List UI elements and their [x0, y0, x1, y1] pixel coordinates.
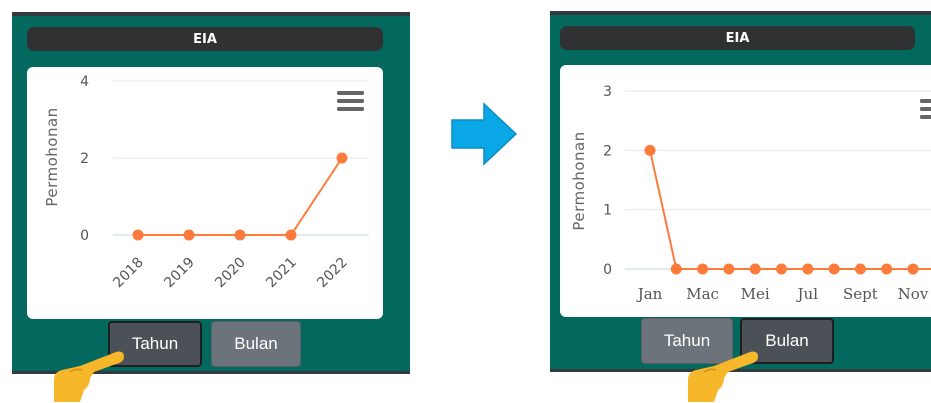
right-chart-card: 0 1 2 3 Permohonan Jan Mac Mei Jul Sept Nov — [560, 65, 931, 317]
x-tick-label: 2020 — [212, 255, 249, 292]
y-axis-label: Permohonan — [570, 131, 588, 230]
pointing-hand-icon — [54, 351, 124, 402]
series-line — [138, 157, 343, 236]
x-tick-label: Nov — [898, 285, 929, 303]
right-line-chart: 0 1 2 3 Permohonan Jan Mac Mei Jul Sept Nov — [570, 84, 931, 303]
data-point — [183, 229, 195, 241]
x-tick-label: Mei — [741, 285, 770, 303]
x-tick-label: 2021 — [263, 255, 300, 292]
left-chart-card: 0 2 4 Permohonan 2018 2019 2020 2021 2022 — [27, 67, 383, 319]
x-tick-label: 2019 — [161, 255, 198, 292]
data-point — [644, 144, 656, 156]
x-tick-label: 2018 — [110, 255, 147, 292]
bulan-button[interactable]: Bulan — [211, 321, 301, 367]
y-tick-label: 2 — [80, 151, 89, 167]
y-tick-label: 0 — [80, 228, 89, 244]
data-point — [336, 152, 348, 164]
data-point — [854, 263, 866, 275]
data-point — [776, 263, 787, 275]
data-point — [802, 263, 814, 275]
y-tick-label: 1 — [603, 203, 612, 219]
y-tick-label: 3 — [603, 84, 612, 100]
data-point — [881, 263, 893, 275]
left-panel: EIA 0 2 4 Permohonan 2018 2019 2020 2021 2022 Ta… — [12, 12, 410, 374]
hamburger-menu-icon[interactable] — [920, 99, 931, 119]
x-tick-label: Mac — [686, 285, 719, 303]
x-tick-label: 2022 — [314, 255, 351, 292]
right-panel: EIA 0 1 2 3 Permohonan Jan Mac Mei Jul Sept Nov Ta… — [550, 11, 931, 372]
data-point — [670, 263, 682, 275]
data-point — [749, 263, 761, 275]
data-point — [132, 229, 144, 241]
y-tick-label: 0 — [603, 262, 612, 278]
pointing-hand-icon — [688, 351, 758, 402]
data-point — [697, 263, 709, 275]
data-point — [723, 263, 735, 275]
chart-title: EIA — [27, 27, 383, 51]
y-axis-label: Permohonan — [43, 107, 61, 206]
data-point — [828, 263, 840, 275]
left-line-chart: 0 2 4 Permohonan 2018 2019 2020 2021 2022 — [43, 74, 369, 292]
arrow-right-icon — [451, 102, 518, 166]
x-tick-label: Jan — [636, 285, 663, 303]
hamburger-menu-icon[interactable] — [337, 91, 364, 111]
x-tick-label: Sept — [843, 285, 878, 303]
chart-title: EIA — [560, 26, 915, 50]
y-tick-label: 2 — [603, 143, 612, 159]
data-point — [285, 229, 297, 241]
y-tick-label: 4 — [80, 74, 89, 90]
data-point — [234, 229, 246, 241]
data-point — [907, 263, 919, 275]
x-tick-label: Jul — [796, 285, 819, 303]
